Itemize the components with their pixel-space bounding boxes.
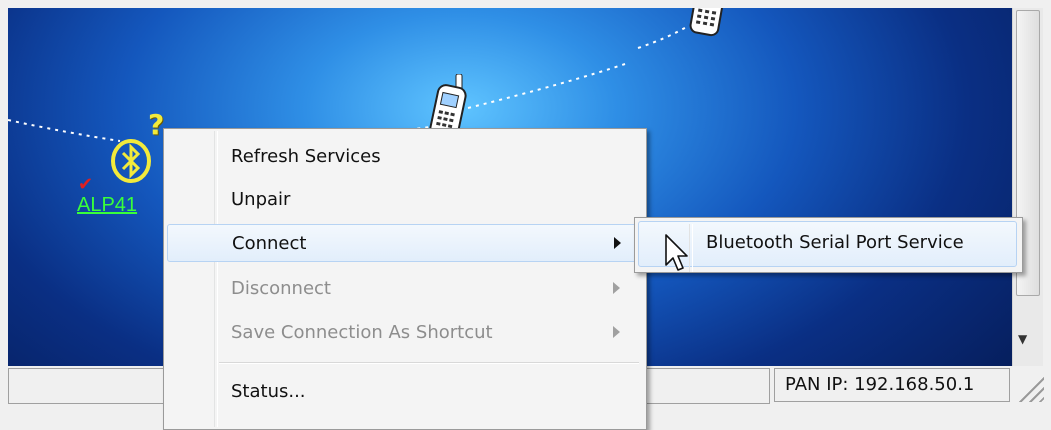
red-check-icon: ✔ (78, 174, 94, 195)
resize-grip-icon[interactable] (1018, 376, 1044, 402)
pan-ip-status: PAN IP: 192.168.50.1 (774, 368, 1010, 402)
menu-item-label: Disconnect (231, 278, 331, 299)
scroll-down-arrow-icon[interactable]: ▼ (1018, 332, 1027, 346)
menu-item-status[interactable]: Status... (167, 373, 641, 411)
menu-item-label: Connect (232, 233, 307, 254)
menu-item-unpair[interactable]: Unpair (167, 181, 641, 219)
menu-item-label: Unpair (231, 189, 291, 210)
menu-gutter (689, 224, 693, 272)
bluetooth-manager-window: ? ✔ ALP41 ▼ PAN IP: 192.168.50.1 Refresh… (0, 0, 1051, 430)
submenu-arrow-icon (613, 326, 620, 338)
menu-item-label: Refresh Services (231, 146, 381, 167)
menu-item-connect[interactable]: Connect (167, 224, 641, 262)
submenu-arrow-icon (613, 282, 620, 294)
device-context-menu: Refresh Services Unpair Connect Disconne… (163, 128, 647, 430)
submenu-item-bluetooth-serial-port-service[interactable]: Bluetooth Serial Port Service (638, 221, 1017, 272)
connect-submenu: Bluetooth Serial Port Service (634, 217, 1023, 273)
mouse-cursor-icon (665, 234, 688, 271)
menu-item-disconnect: Disconnect (167, 270, 641, 308)
question-mark-icon: ? (148, 108, 165, 141)
menu-separator (219, 362, 639, 364)
submenu-item-label: Bluetooth Serial Port Service (706, 232, 964, 253)
submenu-arrow-icon (614, 237, 621, 249)
bluetooth-icon (111, 139, 151, 183)
menu-item-save-connection-as-shortcut: Save Connection As Shortcut (167, 314, 641, 352)
vertical-scrollbar[interactable]: ▼ (1012, 8, 1043, 366)
menu-item-refresh-services[interactable]: Refresh Services (167, 138, 641, 176)
menu-item-label: Save Connection As Shortcut (231, 322, 493, 343)
mobile-phone-icon-top[interactable] (686, 8, 726, 38)
menu-item-label: Status... (231, 381, 306, 402)
device-label[interactable]: ALP41 (77, 194, 137, 217)
